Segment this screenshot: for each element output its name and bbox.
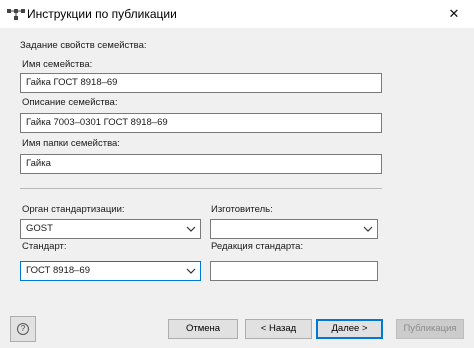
chevron-down-icon	[186, 226, 196, 232]
standard-revision-input[interactable]	[210, 261, 378, 281]
family-folder-label: Имя папки семейства:	[22, 138, 120, 149]
manufacturer-select[interactable]	[210, 219, 378, 239]
close-icon[interactable]: ✕	[434, 0, 474, 28]
title-bar: Инструкции по публикации ✕	[0, 0, 474, 28]
standard-value: ГОСТ 8918–69	[26, 265, 90, 276]
next-button[interactable]: Далее >	[316, 319, 383, 339]
hierarchy-icon	[7, 9, 25, 20]
family-name-label: Имя семейства:	[22, 59, 93, 70]
cancel-button[interactable]: Отмена	[168, 319, 238, 339]
standard-org-value: GOST	[26, 223, 53, 234]
standard-org-label: Орган стандартизации:	[22, 204, 125, 215]
standard-select[interactable]: ГОСТ 8918–69	[20, 261, 201, 281]
standard-org-select[interactable]: GOST	[20, 219, 201, 239]
help-button[interactable]: ?	[10, 316, 36, 342]
standard-revision-label: Редакция стандарта:	[211, 241, 304, 252]
back-button[interactable]: < Назад	[245, 319, 312, 339]
help-icon: ?	[17, 323, 29, 335]
window-title: Инструкции по публикации	[27, 7, 177, 21]
manufacturer-label: Изготовитель:	[211, 204, 273, 215]
family-description-input[interactable]: Гайка 7003–0301 ГОСТ 8918–69	[20, 113, 382, 133]
family-description-label: Описание семейства:	[22, 97, 118, 108]
section-heading: Задание свойств семейства:	[20, 40, 147, 51]
family-name-input[interactable]: Гайка ГОСТ 8918–69	[20, 73, 382, 93]
chevron-down-icon	[186, 268, 196, 274]
chevron-down-icon	[363, 226, 373, 232]
standard-label: Стандарт:	[22, 241, 67, 252]
button-bar: ? Отмена < Назад Далее > Публикация	[0, 311, 474, 348]
dialog-body: Задание свойств семейства: Имя семейства…	[0, 28, 474, 348]
family-folder-input[interactable]: Гайка	[20, 154, 382, 174]
section-divider	[20, 188, 382, 189]
publish-button[interactable]: Публикация	[396, 319, 464, 339]
